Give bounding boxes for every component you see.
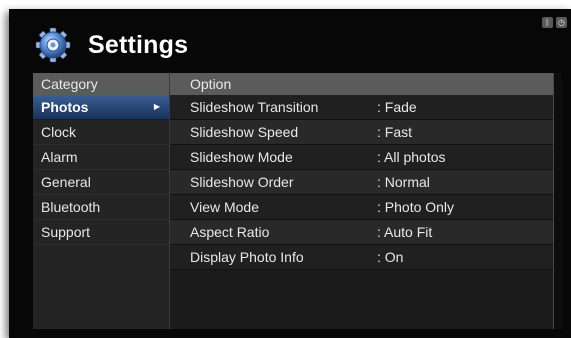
category-item-clock[interactable]: Clock (33, 120, 169, 145)
category-item-support[interactable]: Support (33, 220, 169, 245)
option-value: : All photos (377, 149, 446, 165)
clock-icon: ◷ (556, 17, 567, 28)
page-title: Settings (88, 30, 189, 59)
category-item-label: Support (41, 224, 91, 240)
category-column: Category Photos ▶ Clock Alarm General Bl… (33, 73, 169, 329)
category-item-label: Clock (41, 124, 77, 140)
option-name: Aspect Ratio (190, 224, 270, 240)
category-item-bluetooth[interactable]: Bluetooth (33, 195, 169, 220)
option-row-slideshow-mode[interactable]: Slideshow Mode : All photos (170, 145, 553, 170)
category-item-label: Photos (41, 99, 89, 115)
option-value: : Fade (377, 99, 417, 115)
option-name: Slideshow Speed (190, 124, 299, 140)
category-item-label: Alarm (41, 149, 78, 165)
option-list: Slideshow Transition : Fade Slideshow Sp… (170, 95, 553, 270)
option-row-slideshow-speed[interactable]: Slideshow Speed : Fast (170, 120, 553, 145)
option-value: : Fast (377, 124, 413, 140)
category-item-label: Bluetooth (41, 199, 101, 215)
category-item-general[interactable]: General (33, 170, 169, 195)
gear-icon (35, 27, 71, 63)
option-row-slideshow-transition[interactable]: Slideshow Transition : Fade (170, 95, 553, 120)
option-value: : Normal (377, 174, 430, 190)
settings-panel: Category Photos ▶ Clock Alarm General Bl… (33, 73, 562, 329)
option-value: : Photo Only (377, 199, 455, 215)
option-header: Option (170, 73, 553, 95)
category-item-label: General (41, 174, 91, 190)
bluetooth-icon: ᛒ (542, 17, 553, 28)
settings-screen: ᛒ ◷ Settings Category Photos ▶ Clock Ala… (9, 9, 571, 338)
option-value: : Auto Fit (377, 224, 433, 240)
option-row-view-mode[interactable]: View Mode : Photo Only (170, 195, 553, 220)
category-item-photos[interactable]: Photos ▶ (33, 95, 169, 120)
option-name: Slideshow Transition (190, 99, 319, 115)
scrollbar[interactable] (553, 73, 562, 329)
header: Settings (35, 23, 188, 67)
option-name: Display Photo Info (190, 249, 304, 265)
option-name: Slideshow Order (190, 174, 294, 190)
option-row-aspect-ratio[interactable]: Aspect Ratio : Auto Fit (170, 220, 553, 245)
option-name: Slideshow Mode (190, 149, 293, 165)
option-name: View Mode (190, 199, 260, 215)
option-row-display-photo-info[interactable]: Display Photo Info : On (170, 245, 553, 270)
category-item-alarm[interactable]: Alarm (33, 145, 169, 170)
option-row-slideshow-order[interactable]: Slideshow Order : Normal (170, 170, 553, 195)
option-value: : On (377, 249, 404, 265)
status-icons: ᛒ ◷ (542, 17, 567, 28)
option-column: Option Slideshow Transition : Fade Slide… (169, 73, 553, 329)
chevron-right-icon: ▶ (153, 102, 160, 111)
category-header: Category (33, 73, 169, 95)
